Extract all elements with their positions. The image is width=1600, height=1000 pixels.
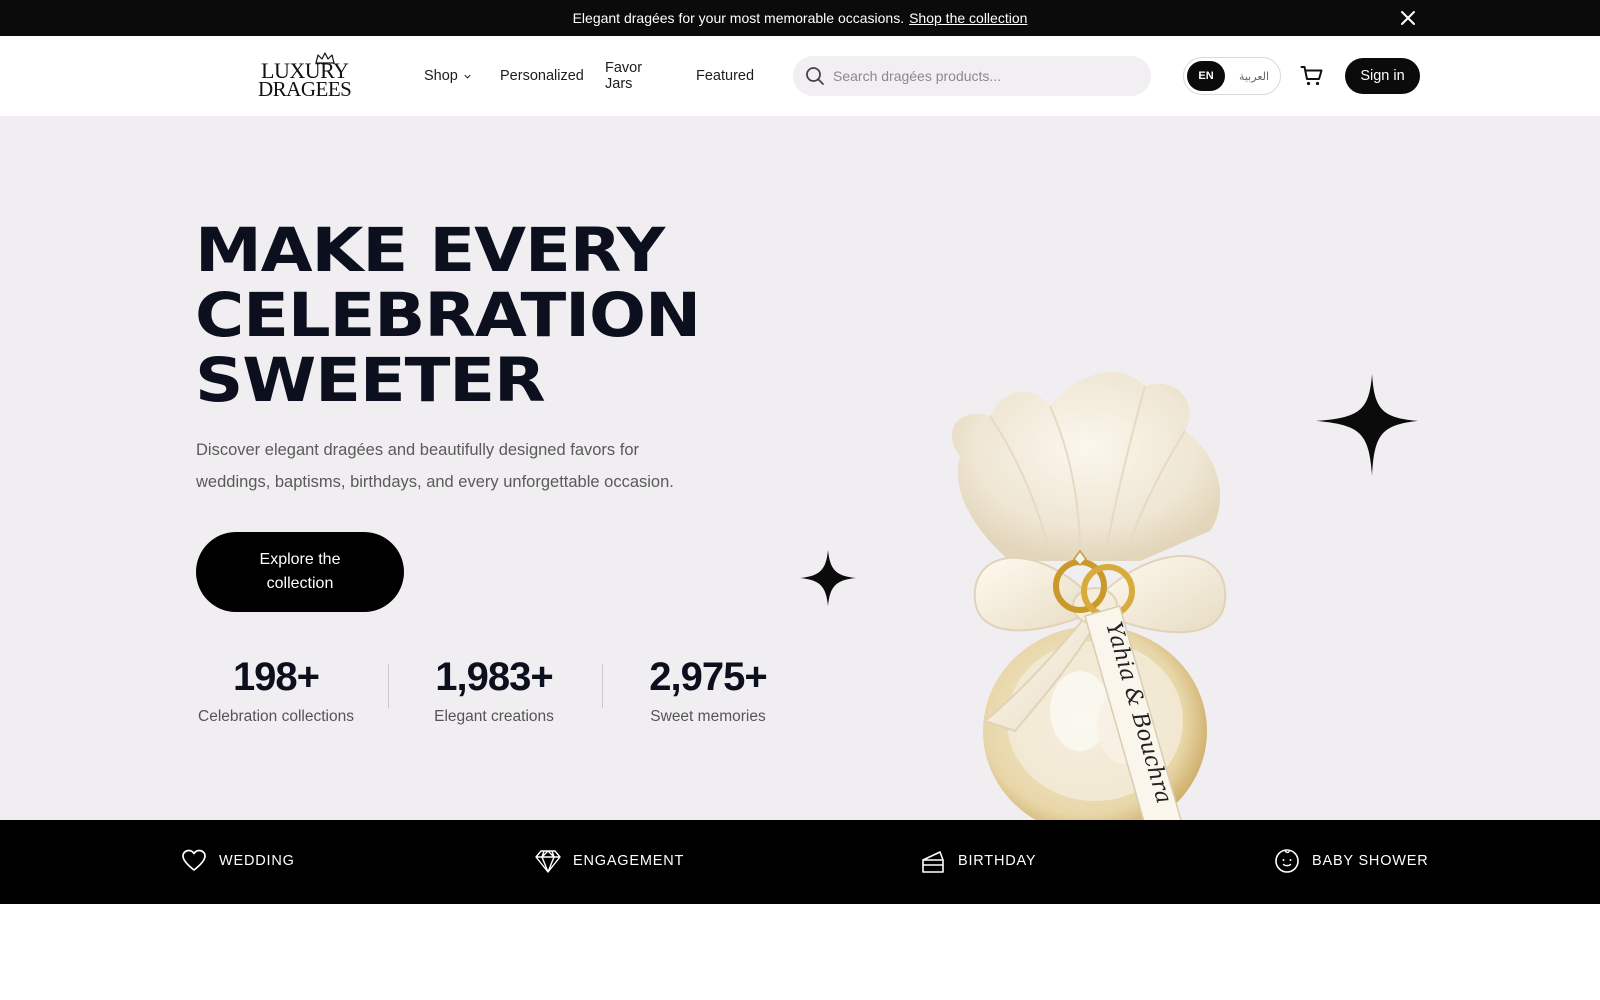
category-baby-shower[interactable]: BABY SHOWER [1274, 848, 1429, 874]
stat-collections: 198+ Celebration collections [196, 652, 356, 726]
headline-line-2: CELEBRATION [195, 280, 701, 351]
stat-value: 2,975+ [649, 655, 767, 699]
sparkle-icon [1316, 374, 1418, 476]
shop-collection-link[interactable]: Shop the collection [909, 10, 1027, 26]
sparkle-icon [800, 550, 856, 606]
product-image: Yahia & Bouchra [951, 372, 1227, 843]
headline-line-3: SWEETER [195, 345, 546, 416]
headline-line-1: MAKE EVERY [195, 215, 665, 286]
category-label: BABY SHOWER [1312, 853, 1429, 869]
category-label: ENGAGEMENT [573, 853, 685, 869]
chevron-down-icon [464, 74, 471, 79]
cake-icon [922, 851, 944, 873]
nav-personalized[interactable]: Personalized [500, 68, 584, 84]
language-switcher: EN العربية [1183, 57, 1281, 95]
category-wedding[interactable]: WEDDING [181, 848, 295, 874]
category-engagement[interactable]: ENGAGEMENT [535, 848, 684, 874]
hero-section: MAKE EVERY CELEBRATION SWEETER Discover … [0, 116, 1600, 843]
search-input[interactable] [833, 56, 1133, 96]
nav-shop[interactable]: Shop [424, 68, 472, 84]
announcement-bar: Elegant dragées for your most memorable … [0, 0, 1600, 36]
brand-logo[interactable]: LUXURY DRAGEES [256, 52, 352, 101]
explore-collection-button[interactable]: Explore the collection [196, 532, 404, 612]
announcement-text: Elegant dragées for your most memorable … [572, 10, 905, 26]
nav-featured[interactable]: Featured [696, 68, 754, 84]
close-icon[interactable] [1398, 8, 1418, 28]
hero-subtext: Discover elegant dragées and beautifully… [196, 441, 674, 491]
stat-label: Sweet memories [650, 708, 766, 725]
stat-label: Elegant creations [434, 708, 554, 725]
category-bar: WEDDING ENGAGEMENT BIRTHDAY BABY SHOWER [0, 820, 1600, 904]
diamond-icon [535, 850, 561, 873]
logo-line-2: DRAGEES [258, 77, 352, 101]
category-label: WEDDING [219, 853, 295, 869]
cart-icon[interactable] [1300, 64, 1324, 88]
stat-divider [602, 664, 603, 708]
language-en-button[interactable]: EN [1187, 61, 1225, 91]
heart-icon [182, 849, 206, 871]
stat-value: 1,983+ [435, 655, 553, 699]
stat-memories: 2,975+ Sweet memories [628, 652, 788, 726]
stat-label: Celebration collections [198, 708, 354, 725]
stat-divider [388, 664, 389, 708]
site-header: LUXURY DRAGEES Shop Personalized Favor J… [0, 36, 1600, 116]
stat-creations: 1,983+ Elegant creations [414, 652, 574, 726]
stat-value: 198+ [232, 655, 320, 699]
sign-in-button[interactable]: Sign in [1345, 58, 1420, 94]
search-bar [793, 56, 1151, 96]
category-birthday[interactable]: BIRTHDAY [920, 848, 1036, 874]
search-icon [806, 67, 824, 85]
hero-headline: MAKE EVERY CELEBRATION SWEETER [195, 215, 701, 416]
language-ar-button[interactable]: العربية [1232, 61, 1276, 91]
nav-shop-label: Shop [424, 68, 458, 84]
category-label: BIRTHDAY [958, 853, 1037, 869]
nav-favor-jars[interactable]: Favor Jars [605, 60, 642, 92]
baby-face-icon [1275, 849, 1299, 873]
